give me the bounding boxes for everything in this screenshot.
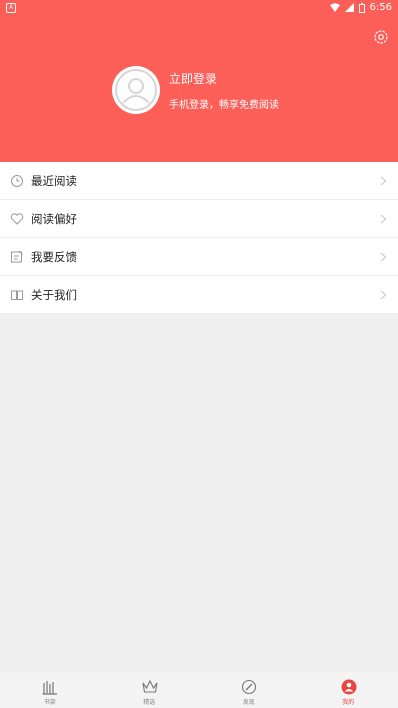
menu-item-label: 关于我们 (31, 288, 77, 302)
tab-label: 精选 (143, 699, 156, 706)
settings-menu: 最近阅读 阅读偏好 我要反馈 关于我们 (0, 162, 398, 313)
status-time: 6:56 (369, 2, 392, 13)
crown-icon (141, 679, 158, 693)
wifi-icon (329, 3, 340, 12)
chevron-right-icon (380, 176, 387, 186)
tab-bookshelf[interactable]: 书架 (0, 672, 100, 708)
bottom-tab-bar: 书架 精选 发现 我的 (0, 672, 398, 708)
compass-icon (241, 679, 257, 695)
clock-icon (11, 175, 23, 187)
bookshelf-icon (42, 681, 57, 695)
chevron-right-icon (380, 290, 387, 300)
settings-gear-icon[interactable] (372, 28, 390, 46)
tab-label: 发现 (242, 699, 255, 706)
edit-icon (11, 250, 23, 263)
notification-icon: A (6, 3, 16, 13)
menu-item-reading-preference[interactable]: 阅读偏好 (0, 200, 398, 238)
status-bar: A 6:56 (0, 0, 398, 18)
tab-featured[interactable]: 精选 (100, 672, 200, 708)
signal-icon (344, 3, 354, 12)
menu-item-about-us[interactable]: 关于我们 (0, 276, 398, 313)
profile-header: A 6:56 立即登录 手机登录，畅享免费阅读 (0, 0, 398, 162)
login-link[interactable]: 立即登录 (169, 70, 217, 87)
menu-item-feedback[interactable]: 我要反馈 (0, 238, 398, 276)
menu-item-recent-reading[interactable]: 最近阅读 (0, 162, 398, 200)
login-subtitle: 手机登录，畅享免费阅读 (169, 100, 279, 111)
tab-label: 书架 (43, 699, 56, 706)
menu-item-label: 最近阅读 (31, 174, 77, 188)
tab-mine[interactable]: 我的 (299, 672, 398, 708)
chevron-right-icon (380, 252, 387, 262)
chevron-right-icon (380, 214, 387, 224)
book-icon (11, 290, 23, 300)
tab-label: 我的 (342, 699, 355, 706)
avatar[interactable] (112, 66, 160, 114)
tab-discover[interactable]: 发现 (199, 672, 299, 708)
status-icons: 6:56 (329, 2, 392, 13)
user-icon (341, 679, 356, 695)
menu-item-label: 阅读偏好 (31, 212, 77, 226)
heart-icon (10, 213, 24, 225)
default-avatar-icon (115, 69, 157, 111)
menu-item-label: 我要反馈 (31, 250, 77, 264)
battery-icon (358, 2, 365, 13)
